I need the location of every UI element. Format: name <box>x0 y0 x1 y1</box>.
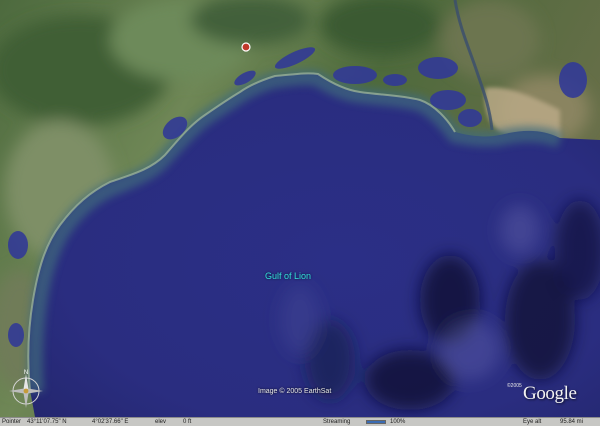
eye-altitude-label: Eye alt <box>523 419 542 425</box>
status-bar: Pointer 43°11'07.75" N 4°02'37.66" E ele… <box>0 417 600 426</box>
streaming-percent: 100% <box>390 419 406 425</box>
imagery-copyright: Image © 2005 EarthSat <box>258 388 332 395</box>
streaming-progress <box>366 420 386 424</box>
compass-rose-icon[interactable]: N <box>6 368 46 410</box>
pointer-label: Pointer <box>2 419 22 425</box>
streaming-progress-fill <box>367 421 385 423</box>
pointer-longitude: 4°02'37.66" E <box>92 419 129 425</box>
map-viewport[interactable]: Gulf of Lion Image © 2005 EarthSat ©2005… <box>0 0 600 426</box>
eye-altitude-value: 95.84 mi <box>560 419 584 425</box>
logo-copyright: ©2005 <box>507 383 522 389</box>
satellite-map[interactable] <box>0 0 600 426</box>
gulf-label: Gulf of Lion <box>265 271 312 281</box>
elevation-value: 0 ft <box>183 419 192 425</box>
elevation-label: elev <box>155 419 167 425</box>
compass-north-label: N <box>24 370 28 376</box>
pointer-latitude: 43°11'07.75" N <box>27 419 67 425</box>
google-logo: Google <box>523 383 577 404</box>
placemark-pin-icon[interactable] <box>241 42 251 52</box>
streaming-label: Streaming <box>323 419 351 425</box>
